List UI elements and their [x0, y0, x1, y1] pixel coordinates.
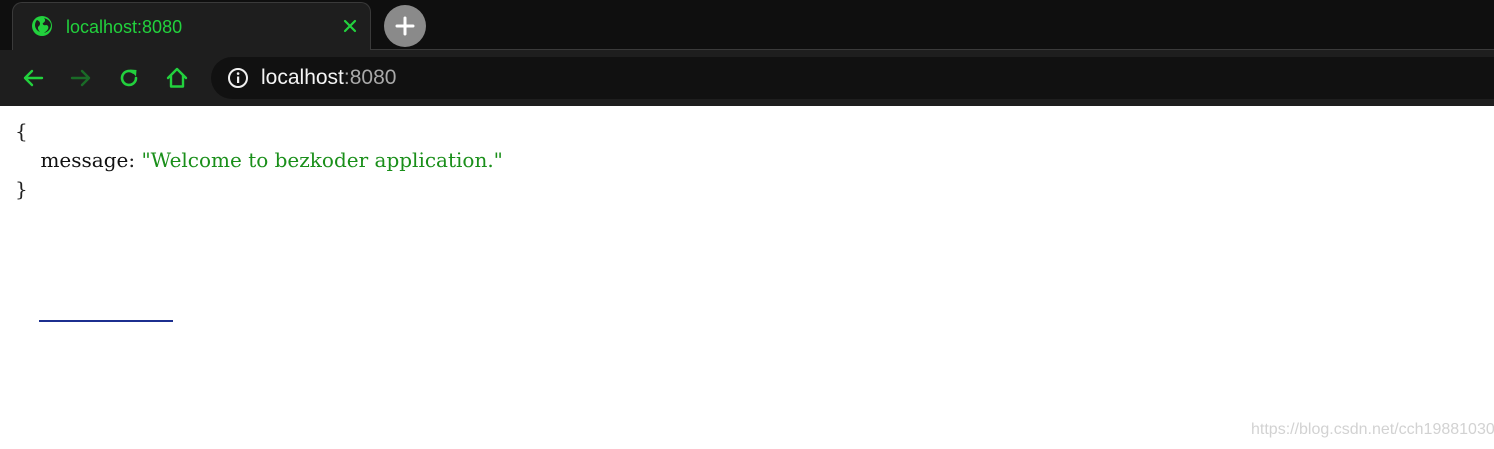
address-bar[interactable]: localhost:8080 [211, 57, 1494, 99]
json-separator: : [128, 148, 142, 172]
url-text[interactable]: localhost:8080 [261, 65, 396, 91]
new-tab-button[interactable] [384, 5, 426, 47]
reload-button[interactable] [115, 64, 143, 92]
tab-strip: localhost:8080 [0, 0, 1494, 50]
browser-tab[interactable]: localhost:8080 [12, 2, 371, 50]
json-close-brace: } [15, 177, 28, 201]
json-open-brace: { [15, 119, 28, 143]
json-value: "Welcome to bezkoder application." [141, 148, 503, 172]
back-arrow-icon [21, 66, 45, 90]
home-button[interactable] [163, 64, 191, 92]
home-icon [165, 66, 189, 90]
forward-button[interactable] [67, 64, 95, 92]
forward-arrow-icon [69, 66, 93, 90]
url-port: :8080 [343, 66, 397, 89]
plus-icon [395, 16, 415, 36]
reload-icon [117, 66, 141, 90]
url-host: localhost [261, 66, 344, 89]
back-button[interactable] [19, 64, 47, 92]
browser-toolbar: localhost:8080 [0, 50, 1494, 106]
json-response: { message: "Welcome to bezkoder applicat… [15, 117, 503, 204]
close-icon[interactable] [338, 14, 362, 38]
watermark: https://blog.csdn.net/cch19881030 [1251, 421, 1494, 438]
underline-bar [39, 320, 173, 322]
json-key: message [40, 148, 129, 172]
info-icon[interactable] [227, 67, 249, 89]
tab-title: localhost:8080 [66, 17, 183, 37]
globe-icon [31, 15, 53, 37]
